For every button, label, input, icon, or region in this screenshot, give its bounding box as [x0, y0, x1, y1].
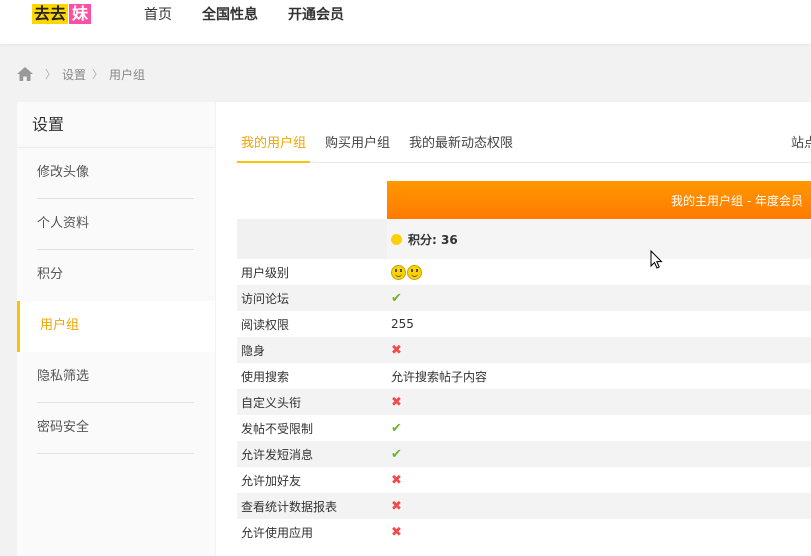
row-label: 使用搜索: [237, 363, 387, 389]
check-icon: ✔: [391, 420, 402, 436]
score-label-cell: [237, 219, 387, 259]
tab-latest-permissions[interactable]: 我的最新动态权限: [405, 132, 517, 163]
nav-home[interactable]: 首页: [144, 4, 172, 24]
row-value: ✔: [387, 415, 811, 441]
bulb-icon: [391, 233, 402, 245]
cross-icon: ✖: [391, 498, 402, 514]
tab-my-usergroup[interactable]: 我的用户组: [237, 132, 311, 163]
breadcrumb: 〉 设置 〉 用户组: [17, 64, 145, 84]
row-value: ✖: [387, 519, 811, 545]
permissions-table: 我的主用户组 - 年度会员 积分: 36 用户级别 访问论坛 ✔ 阅读权限 25…: [237, 181, 811, 545]
sidebar-item-privacy[interactable]: 隐私筛选: [37, 352, 194, 403]
smiley-icon: [407, 264, 422, 280]
table-row: 允许加好友 ✖: [237, 467, 811, 493]
row-value: ✖: [387, 467, 811, 493]
row-label: 发帖不受限制: [237, 415, 387, 441]
cross-icon: ✖: [391, 524, 402, 540]
breadcrumb-separator: 〉: [45, 68, 56, 81]
row-label: 用户级别: [237, 259, 387, 285]
row-label: 访问论坛: [237, 285, 387, 311]
smiley-icon: [391, 264, 406, 280]
cross-icon: ✖: [391, 394, 402, 410]
row-label: 自定义头衔: [237, 389, 387, 415]
sidebar-title: 设置: [17, 102, 215, 148]
row-value: ✖: [387, 389, 811, 415]
row-value: ✖: [387, 337, 811, 363]
main-group-header: 我的主用户组 - 年度会员: [387, 181, 811, 219]
score-value: 积分: 36: [408, 232, 458, 247]
main-nav: 首页 全国性息 开通会员: [144, 0, 374, 28]
cross-icon: ✖: [391, 342, 402, 358]
row-value: [387, 259, 811, 285]
row-value: 允许搜索帖子内容: [387, 363, 811, 389]
mouse-cursor-icon: [650, 250, 663, 269]
breadcrumb-separator: 〉: [92, 68, 104, 81]
row-label: 允许使用应用: [237, 519, 387, 545]
header-empty-cell: [237, 181, 387, 219]
table-row: 自定义头衔 ✖: [237, 389, 811, 415]
table-row: 阅读权限 255: [237, 311, 811, 337]
table-row: 发帖不受限制 ✔: [237, 415, 811, 441]
row-label: 允许发短消息: [237, 441, 387, 467]
nav-national[interactable]: 全国性息: [202, 4, 258, 24]
table-row: 用户级别: [237, 259, 811, 285]
row-value: ✔: [387, 285, 811, 311]
table-row: 允许发短消息 ✔: [237, 441, 811, 467]
table-row: 使用搜索 允许搜索帖子内容: [237, 363, 811, 389]
score-row: 积分: 36: [237, 219, 811, 259]
cross-icon: ✖: [391, 472, 402, 488]
nav-membership[interactable]: 开通会员: [288, 4, 344, 24]
row-value: ✔: [387, 441, 811, 467]
row-label: 阅读权限: [237, 311, 387, 337]
table-row: 隐身 ✖: [237, 337, 811, 363]
sidebar-item-usergroup[interactable]: 用户组: [17, 301, 215, 352]
site-logo[interactable]: 去去 妹: [32, 4, 92, 24]
table-row: 查看统计数据报表 ✖: [237, 493, 811, 519]
table-header-row: 我的主用户组 - 年度会员: [237, 181, 811, 219]
row-label: 隐身: [237, 337, 387, 363]
tab-bar: 我的用户组 购买用户组 我的最新动态权限 站点: [237, 132, 811, 163]
check-icon: ✔: [391, 290, 402, 306]
home-icon[interactable]: [17, 67, 33, 81]
logo-part2: 妹: [69, 4, 92, 24]
sidebar-item-avatar[interactable]: 修改头像: [37, 148, 194, 199]
row-value: ✖: [387, 493, 811, 519]
table-row: 允许使用应用 ✖: [237, 519, 811, 545]
top-header: 去去 妹 首页 全国性息 开通会员: [0, 0, 811, 44]
breadcrumb-settings[interactable]: 设置: [62, 66, 86, 83]
row-label: 查看统计数据报表: [237, 493, 387, 519]
row-value: 255: [387, 311, 811, 337]
tab-site[interactable]: 站点: [791, 132, 811, 156]
breadcrumb-usergroup: 用户组: [109, 67, 146, 82]
settings-sidebar: 设置 修改头像 个人资料 积分 用户组 隐私筛选 密码安全: [17, 102, 215, 556]
table-row: 访问论坛 ✔: [237, 285, 811, 311]
logo-part1: 去去: [32, 4, 69, 24]
row-label: 允许加好友: [237, 467, 387, 493]
sidebar-item-password[interactable]: 密码安全: [37, 403, 194, 454]
sidebar-item-points[interactable]: 积分: [37, 250, 194, 301]
main-content: 我的用户组 购买用户组 我的最新动态权限 站点 我的主用户组 - 年度会员 积分…: [216, 102, 811, 556]
tab-buy-usergroup[interactable]: 购买用户组: [321, 132, 394, 163]
score-cell: 积分: 36: [387, 219, 811, 259]
check-icon: ✔: [391, 446, 402, 462]
sidebar-item-profile[interactable]: 个人资料: [37, 199, 194, 250]
